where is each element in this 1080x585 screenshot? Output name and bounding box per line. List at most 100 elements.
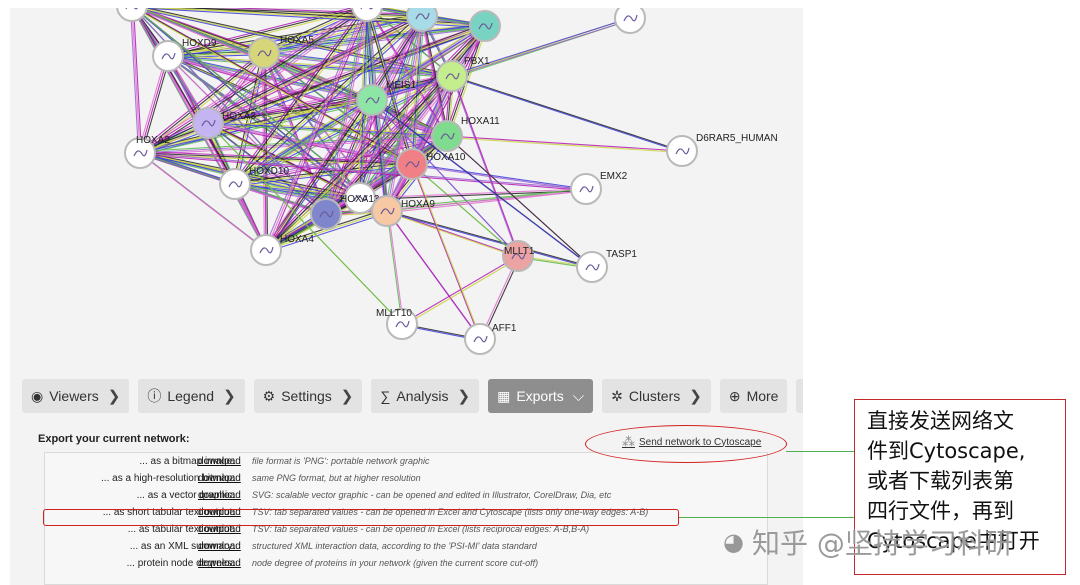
node-circle[interactable] xyxy=(576,251,608,283)
node-circle[interactable] xyxy=(152,40,184,72)
network-edge[interactable] xyxy=(388,212,520,259)
download-link[interactable]: download xyxy=(198,541,241,552)
annotation-line: 件到Cytoscape, xyxy=(867,439,1026,463)
node-label: HOXA5 xyxy=(280,35,314,46)
sigma-icon: ∑ xyxy=(380,388,391,404)
network-node[interactable]: TASP1 xyxy=(576,249,637,283)
export-row-description: node degree of proteins in your network … xyxy=(252,558,539,568)
network-edge[interactable] xyxy=(401,255,519,325)
info-icon: ⓘ xyxy=(147,388,162,404)
network-node[interactable]: D6RAR5_HUMAN xyxy=(666,133,778,167)
analysis-button[interactable]: ∑ Analysis ❯ xyxy=(371,379,480,413)
node-circle[interactable] xyxy=(396,148,428,180)
node-circle[interactable] xyxy=(614,8,646,34)
node-label: MLLT10 xyxy=(376,308,412,319)
node-label: HOXA2 xyxy=(136,135,170,146)
exports-button[interactable]: ▦ Exports ⌵ xyxy=(488,379,594,413)
node-label: HOXA3 xyxy=(222,111,256,122)
legend-button[interactable]: ⓘ Legend ❯ xyxy=(138,379,245,413)
highlight-ellipse xyxy=(585,425,787,463)
node-circle[interactable] xyxy=(666,135,698,167)
clusters-button[interactable]: ✲ Clusters ❯ xyxy=(602,379,711,413)
node-circle[interactable] xyxy=(464,323,496,355)
chevron-right-icon: ❯ xyxy=(457,388,471,405)
node-label: HOXA10 xyxy=(426,152,466,163)
settings-button[interactable]: ⚙ Settings ❯ xyxy=(253,379,363,413)
network-node[interactable] xyxy=(469,10,501,42)
node-circle[interactable] xyxy=(436,60,468,92)
table-icon: ▦ xyxy=(497,388,511,404)
annotation-line: 直接发送网络文 xyxy=(867,409,1014,433)
network-node[interactable]: AFF1 xyxy=(464,323,517,355)
node-circle[interactable] xyxy=(371,195,403,227)
node-label: EMX2 xyxy=(600,171,628,182)
node-circle[interactable] xyxy=(356,84,388,116)
more-button[interactable]: ⊕ More xyxy=(719,379,788,413)
node-label: AFF1 xyxy=(492,323,517,334)
download-link[interactable]: download xyxy=(198,558,241,569)
settings-label: Settings xyxy=(281,388,332,404)
node-label: HOXA4 xyxy=(280,234,314,245)
chevron-right-icon: ❯ xyxy=(689,388,702,405)
network-node[interactable]: MLLT10 xyxy=(376,308,418,340)
node-circle[interactable] xyxy=(192,107,224,139)
chevron-right-icon: ❯ xyxy=(107,388,121,405)
node-circle[interactable] xyxy=(431,120,463,152)
network-edge[interactable] xyxy=(446,135,683,152)
download-link[interactable]: download xyxy=(198,490,241,501)
chevron-right-icon: ❯ xyxy=(340,388,354,405)
node-circle[interactable] xyxy=(310,198,342,230)
node-circle[interactable] xyxy=(250,234,282,266)
download-link[interactable]: download xyxy=(198,473,241,484)
node-label: HOXA11 xyxy=(461,116,500,127)
plus-circle-icon: ⊕ xyxy=(728,388,741,404)
network-node[interactable] xyxy=(250,234,282,266)
network-edge[interactable] xyxy=(131,8,141,154)
export-row-description: structured XML interaction data, accordi… xyxy=(252,541,537,551)
network-edge[interactable] xyxy=(411,163,587,190)
network-node[interactable]: HOXA11 xyxy=(431,116,500,152)
node-circle[interactable] xyxy=(469,10,501,42)
network-edge[interactable] xyxy=(453,77,521,258)
export-section-title: Export your current network: xyxy=(38,433,190,445)
viewers-button[interactable]: ◉ Viewers ❯ xyxy=(22,379,130,413)
watermark-text: 知乎 @坚持学习科研 xyxy=(751,527,1013,560)
analysis-label: Analysis xyxy=(396,388,449,404)
watermark: ◕ 知乎 @坚持学习科研 xyxy=(723,525,1013,560)
network-node[interactable] xyxy=(614,8,646,34)
annotation-connector-2 xyxy=(679,517,854,518)
viewers-label: Viewers xyxy=(49,388,99,404)
highlight-rectangle xyxy=(43,509,679,526)
annotation-line: 或者下载列表第 xyxy=(867,469,1014,493)
export-row-description: file format is 'PNG': portable network g… xyxy=(252,456,430,466)
string-network-panel: HOXD9 HOXA5 PBX1 MEIS1 HOXA3 HOXA11 HOXA2 HOXD1… xyxy=(10,8,803,585)
export-row: ... protein node degrees: download node de… xyxy=(45,556,769,573)
network-node[interactable] xyxy=(406,8,438,32)
clusters-label: Clusters xyxy=(628,388,681,404)
network-node[interactable]: EMX2 xyxy=(570,171,628,205)
export-row: ... as a high-resolution bitmap: download… xyxy=(45,471,769,488)
node-circle[interactable] xyxy=(248,37,280,69)
eye-icon: ◉ xyxy=(31,388,44,404)
chevron-down-icon: ⌵ xyxy=(572,387,585,405)
node-label: D6RAR5_HUMAN xyxy=(696,133,778,144)
node-label: PBX1 xyxy=(464,56,490,67)
node-label: MLLT1 xyxy=(504,246,535,257)
less-button[interactable]: ⊖Less xyxy=(796,379,803,413)
network-toolbar: ◉ Viewers ❯ ⓘ Legend ❯ ⚙ Settings ❯ ∑ Analysis ❯ ▦ Ex… xyxy=(22,379,803,413)
node-label: HOXD9 xyxy=(182,38,217,49)
export-row: ... as an XML summary: download structured… xyxy=(45,539,769,556)
network-edge[interactable] xyxy=(451,75,519,257)
export-row-description: SVG: scalable vector graphic - can be op… xyxy=(252,490,612,500)
legend-label: Legend xyxy=(167,388,215,404)
node-circle[interactable] xyxy=(219,168,251,200)
node-circle[interactable] xyxy=(406,8,438,32)
download-link[interactable]: download xyxy=(198,456,241,467)
network-graph[interactable]: HOXD9 HOXA5 PBX1 MEIS1 HOXA3 HOXA11 HOXA2 HOXD1… xyxy=(10,8,803,373)
node-label: TASP1 xyxy=(606,249,637,260)
exports-label: Exports xyxy=(516,388,564,404)
node-circle[interactable] xyxy=(570,173,602,205)
network-node[interactable]: MLLT1 xyxy=(502,240,535,272)
export-row-description: same PNG format, but at higher resolutio… xyxy=(252,473,421,483)
annotation-connector-1 xyxy=(786,451,854,452)
